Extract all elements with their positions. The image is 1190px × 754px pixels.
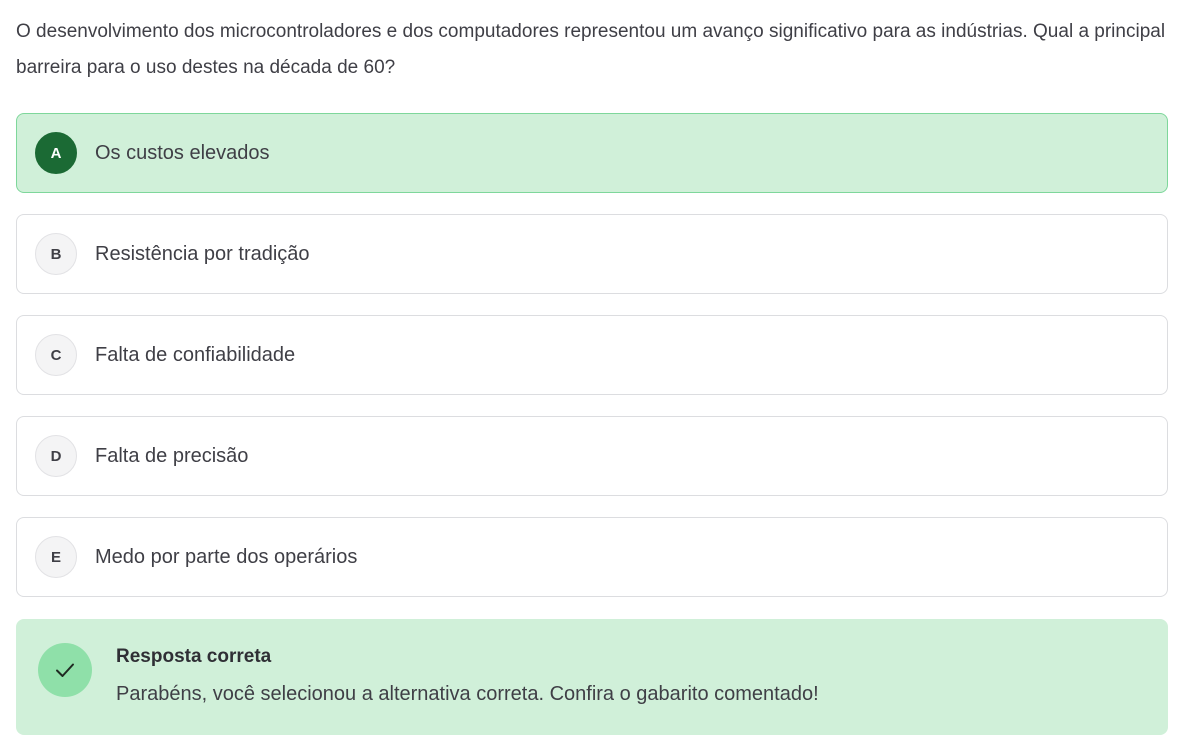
option-label: Medo por parte dos operários	[95, 545, 358, 568]
option-a[interactable]: A Os custos elevados	[16, 113, 1168, 193]
feedback-message: Parabéns, você selecionou a alternativa …	[116, 683, 819, 705]
answer-options: A Os custos elevados B Resistência por t…	[16, 113, 1168, 618]
option-letter-badge: E	[35, 536, 77, 578]
feedback-banner: Resposta correta Parabéns, você selecion…	[16, 619, 1168, 735]
option-b[interactable]: B Resistência por tradição	[16, 214, 1168, 294]
option-label: Os custos elevados	[95, 141, 270, 164]
option-c[interactable]: C Falta de confiabilidade	[16, 315, 1168, 395]
check-icon	[38, 643, 92, 697]
option-label: Resistência por tradição	[95, 242, 310, 265]
option-letter-badge: B	[35, 233, 77, 275]
option-label: Falta de confiabilidade	[95, 343, 296, 366]
option-letter-badge: D	[35, 435, 77, 477]
option-letter-badge: C	[35, 334, 77, 376]
feedback-title: Resposta correta	[116, 646, 272, 667]
option-label: Falta de precisão	[95, 444, 249, 467]
question-text: O desenvolvimento dos microcontroladores…	[16, 21, 1166, 78]
option-e[interactable]: E Medo por parte dos operários	[16, 517, 1168, 597]
option-d[interactable]: D Falta de precisão	[16, 416, 1168, 496]
option-letter-badge: A	[35, 132, 77, 174]
